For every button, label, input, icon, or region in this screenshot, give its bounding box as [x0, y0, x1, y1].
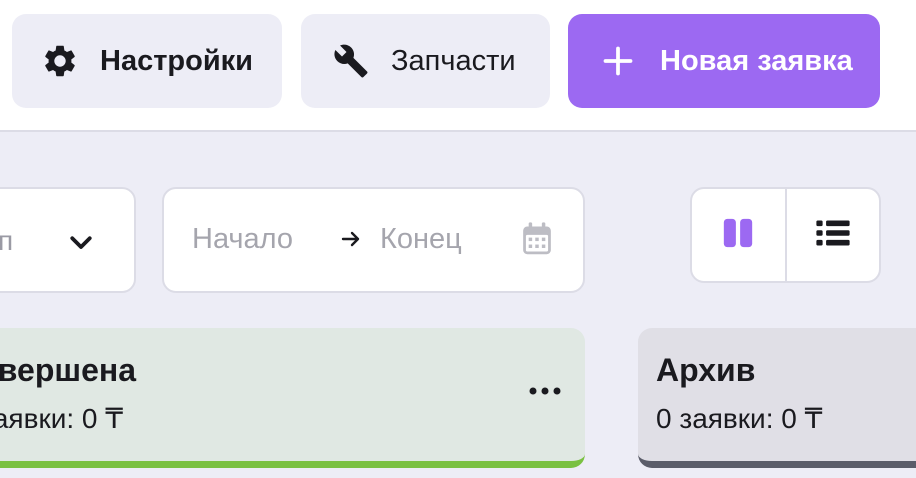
list-icon [815, 216, 851, 255]
list-view-button[interactable] [784, 189, 880, 281]
new-request-label: Новая заявка [660, 44, 853, 77]
column-summary: заявки: 0 ₸ [0, 403, 124, 434]
calendar-icon[interactable] [520, 221, 554, 257]
view-toggle [690, 187, 881, 283]
column-title: Архив [656, 352, 756, 388]
status-select-value: п [0, 225, 14, 256]
parts-label: Запчасти [391, 44, 516, 77]
new-request-button[interactable]: Новая заявка [568, 14, 880, 108]
chevron-down-icon [66, 227, 96, 257]
plus-icon [598, 41, 638, 81]
gear-icon [40, 41, 80, 81]
arrow-right-icon [339, 227, 363, 251]
more-options-icon[interactable] [528, 384, 562, 398]
settings-button[interactable]: Настройки [12, 14, 282, 108]
date-range-picker[interactable]: Начало Конец [162, 187, 585, 293]
column-archive: Архив 0 заявки: 0 ₸ [638, 328, 916, 468]
top-bar: Настройки Запчасти Новая заявка [0, 0, 916, 132]
parts-button[interactable]: Запчасти [301, 14, 550, 108]
settings-label: Настройки [100, 44, 254, 77]
column-summary: 0 заявки: 0 ₸ [656, 403, 823, 434]
status-select[interactable]: п [0, 187, 136, 293]
column-completed: авершена заявки: 0 ₸ [0, 328, 585, 468]
columns-view-button[interactable] [692, 189, 785, 281]
wrench-icon [331, 41, 371, 81]
date-start-input[interactable]: Начало [192, 223, 293, 256]
columns-icon [721, 216, 755, 255]
date-end-input[interactable]: Конец [380, 223, 462, 256]
column-title: авершена [0, 352, 136, 388]
